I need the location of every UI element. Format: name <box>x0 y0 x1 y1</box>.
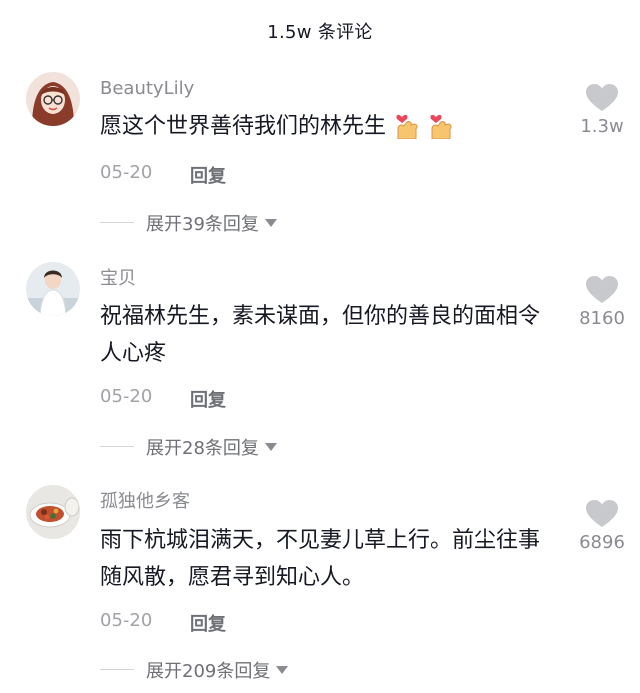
expand-replies-button[interactable]: 展开39条回复 <box>146 210 277 236</box>
expand-replies-button[interactable]: 展开209条回复 <box>146 657 289 683</box>
heart-icon <box>586 84 618 111</box>
comment-text-content: 愿这个世界善待我们的林先生 <box>100 114 387 139</box>
like-button[interactable]: 6896 <box>574 500 630 553</box>
comment-date: 05-20 <box>100 610 153 631</box>
expand-replies-label: 展开209条回复 <box>146 661 271 682</box>
like-button[interactable]: 1.3w <box>574 84 630 137</box>
expand-divider <box>100 669 134 670</box>
expand-divider <box>100 446 134 447</box>
caret-down-icon <box>264 219 277 227</box>
like-count: 1.3w <box>580 116 624 137</box>
avatar[interactable] <box>26 485 80 539</box>
expand-replies-label: 展开28条回复 <box>146 438 259 459</box>
reply-button[interactable]: 回复 <box>190 162 226 188</box>
comments-page: 1.5w 条评论 BeautyLily 愿这个世界善待我们的林先生 05-20 … <box>0 0 640 693</box>
expand-replies-button[interactable]: 展开28条回复 <box>146 434 277 460</box>
avatar[interactable] <box>26 72 80 126</box>
finger-heart-emoji-icon <box>428 109 454 151</box>
comment-count-title: 1.5w 条评论 <box>267 22 373 43</box>
like-count: 6896 <box>579 532 625 553</box>
comment-text: 雨下杭城泪满天，不见妻儿草上行。前尘往事随风散，愿君寻到知心人。 <box>100 528 541 590</box>
heart-icon <box>586 276 618 303</box>
username[interactable]: 孤独他乡客 <box>100 491 190 513</box>
avatar[interactable] <box>26 262 80 316</box>
like-button[interactable]: 8160 <box>574 276 630 329</box>
comment-text: 愿这个世界善待我们的林先生 <box>100 108 560 151</box>
username[interactable]: 宝贝 <box>100 268 136 290</box>
username[interactable]: BeautyLily <box>100 78 194 100</box>
comment-date: 05-20 <box>100 386 153 407</box>
reply-button[interactable]: 回复 <box>190 386 226 412</box>
comment-date: 05-20 <box>100 162 153 183</box>
comment-text: 祝福林先生，素未谋面，但你的善良的面相令人心疼 <box>100 304 541 366</box>
expand-divider <box>100 222 134 223</box>
reply-button[interactable]: 回复 <box>190 610 226 636</box>
finger-heart-emoji-icon <box>394 109 420 151</box>
like-count: 8160 <box>579 308 625 329</box>
expand-replies-label: 展开39条回复 <box>146 214 259 235</box>
heart-icon <box>586 500 618 527</box>
caret-down-icon <box>276 666 289 674</box>
caret-down-icon <box>264 443 277 451</box>
comments-header: 1.5w 条评论 <box>0 0 640 62</box>
